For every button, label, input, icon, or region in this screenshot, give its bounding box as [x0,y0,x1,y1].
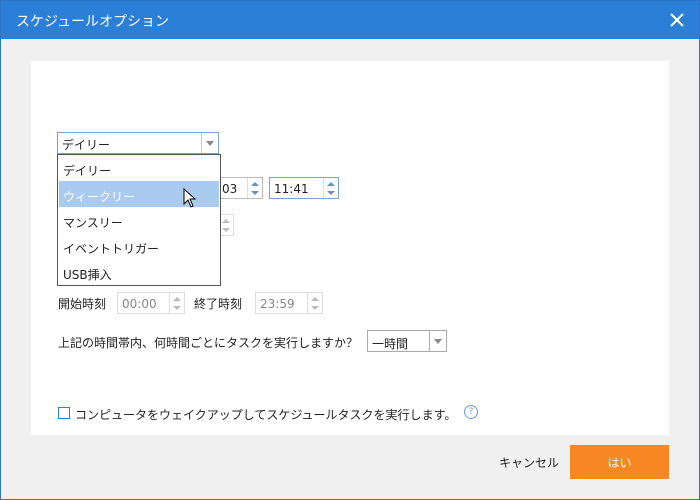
start-time-buttons[interactable] [169,293,184,313]
cancel-button[interactable]: キャンセル [491,445,567,479]
schedule-options-dialog: スケジュールオプション 普通 詳細 デイリー デイリー ウィークリー マンスリー… [0,0,700,500]
dropdown-arrow-button[interactable] [429,331,446,351]
option-label: ウィークリー [63,190,136,204]
chevron-down-icon [434,339,442,344]
interval-value: 一時間 [372,337,409,351]
start-time-value: 00:00 [122,297,157,311]
option-event-trigger[interactable]: イベントトリガー [59,233,219,259]
option-label: デイリー [63,164,112,178]
time-spinner[interactable]: 11:41 [269,177,339,199]
chevron-down-icon [327,191,335,195]
wakeup-checkbox[interactable] [58,407,70,419]
schedule-type-value: デイリー [62,138,111,152]
date-value: 03 [222,182,238,196]
end-time-value: 23:59 [260,297,295,311]
ok-button[interactable]: はい [570,445,669,479]
interval-select[interactable]: 一時間 [367,330,447,352]
option-label: USB挿入 [63,268,112,282]
chevron-up-icon [327,182,335,186]
date-spinner-buttons[interactable] [247,178,262,198]
chevron-up-icon [251,182,259,186]
time-value: 11:41 [274,182,309,196]
option-label: イベントトリガー [63,242,160,256]
chevron-down-icon [251,191,259,195]
dropdown-arrow-button[interactable] [201,133,218,153]
interval-question: 上記の時間帯内、何時間ごとにタスクを実行しますか？ [58,336,359,350]
end-time-label: 終了時刻 [194,297,243,311]
start-time-spinner[interactable]: 00:00 [117,292,185,314]
mouse-cursor-icon [183,188,197,208]
help-icon[interactable]: ? [464,405,478,419]
chevron-up-icon [222,219,230,223]
end-time-buttons[interactable] [307,293,322,313]
option-label: マンスリー [63,216,123,230]
schedule-type-dropdown: デイリー ウィークリー マンスリー イベントトリガー USB挿入 [57,154,221,286]
chevron-down-icon [173,306,181,310]
chevron-down-icon [311,306,319,310]
option-daily[interactable]: デイリー [59,155,219,181]
option-monthly[interactable]: マンスリー [59,207,219,233]
option-usb[interactable]: USB挿入 [59,259,219,285]
schedule-type-select[interactable]: デイリー [57,132,219,154]
time-spinner-buttons[interactable] [323,178,338,198]
chevron-down-icon [222,228,230,232]
chevron-up-icon [173,297,181,301]
chevron-up-icon [311,297,319,301]
end-time-spinner[interactable]: 23:59 [255,292,323,314]
chevron-down-icon [206,141,214,146]
start-time-label: 開始時刻 [58,297,107,311]
wakeup-label[interactable]: コンピュータをウェイクアップしてスケジュールタスクを実行します。 [75,406,456,423]
